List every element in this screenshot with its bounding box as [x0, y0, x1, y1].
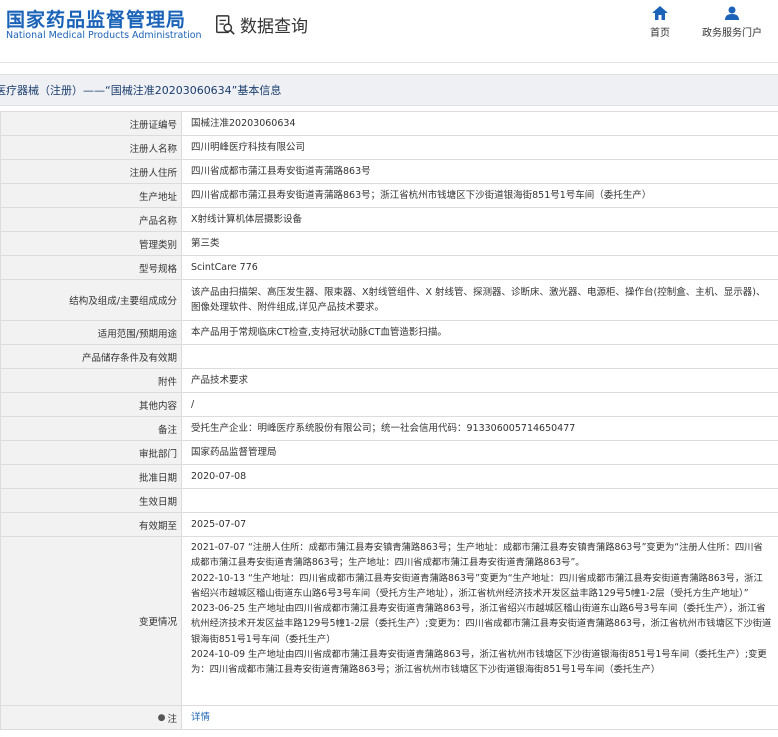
nav-service-label: 政务服务门户: [702, 28, 762, 39]
table-row: 有效期至 2025-07-07: [0, 513, 778, 537]
data-query-icon: [216, 14, 235, 35]
home-icon: [652, 6, 668, 20]
table-row: 其他内容 /: [0, 393, 778, 417]
row-value: 国家药品监督管理局: [191, 447, 277, 458]
table-row: 注册人名称 四川明峰医疗科技有限公司: [0, 136, 778, 160]
row-value: 2020-07-08: [191, 471, 247, 482]
row-label: 审批部门: [1, 441, 182, 464]
table-row: 注册人住所 四川省成都市蒲江县寿安街道青蒲路863号: [0, 160, 778, 184]
nav-service-portal[interactable]: 政务服务门户: [697, 6, 767, 39]
row-label: 注册证编号: [1, 112, 182, 135]
table-row: 生产地址 四川省成都市蒲江县寿安街道青蒲路863号；浙江省杭州市钱塘区下沙街道银…: [0, 184, 778, 208]
row-label: 生产地址: [1, 184, 182, 207]
table-row: 审批部门 国家药品监督管理局: [0, 441, 778, 465]
pin-icon: ●: [157, 712, 166, 723]
user-icon: [725, 6, 739, 20]
row-label: 产品名称: [1, 208, 182, 231]
row-value: 2025-07-07: [191, 519, 247, 530]
details-link[interactable]: 详情: [191, 710, 210, 725]
row-value: [182, 489, 778, 512]
row-value: 本产品用于常规临床CT检查,支持冠状动脉CT血管造影扫描。: [191, 327, 447, 338]
row-label: 备注: [1, 417, 182, 440]
row-value: /: [191, 399, 195, 410]
row-label: ● 注: [1, 706, 182, 729]
row-value: 该产品由扫描架、高压发生器、限束器、X射线管组件、X 射线管、探测器、诊断床、激…: [191, 287, 766, 313]
table-row: 附件 产品技术要求: [0, 369, 778, 393]
row-label: 适用范围/预期用途: [1, 321, 182, 344]
nav-home[interactable]: 首页: [625, 6, 695, 39]
table-row: 变更情况 2021-07-07 “注册人住所：成都市蒲江县寿安镇青蒲路863号；…: [0, 537, 778, 706]
header-divider: [0, 62, 778, 63]
table-row: 型号规格 ScintCare 776: [0, 256, 778, 280]
row-label: 管理类别: [1, 232, 182, 255]
row-label: 产品储存条件及有效期: [1, 345, 182, 368]
row-label: 有效期至: [1, 513, 182, 536]
note-label: 注: [167, 713, 177, 725]
detail-table: 注册证编号 国械注准20203060634 注册人名称 四川明峰医疗科技有限公司…: [0, 111, 778, 730]
row-label: 生效日期: [1, 489, 182, 512]
row-value: 四川省成都市蒲江县寿安街道青蒲路863号；浙江省杭州市钱塘区下沙街道银海街851…: [191, 190, 652, 201]
table-row: 批准日期 2020-07-08: [0, 465, 778, 489]
row-value: 产品技术要求: [191, 375, 249, 386]
record-title-bar: 医疗器械（注册）——“国械注准20203060634”基本信息: [0, 74, 778, 106]
data-query-title: 数据查询: [214, 12, 308, 37]
row-label: 型号规格: [1, 256, 182, 279]
table-row: 产品名称 X射线计算机体层摄影设备: [0, 208, 778, 232]
table-row: 注册证编号 国械注准20203060634: [0, 111, 778, 136]
data-query-label: 数据查询: [240, 17, 308, 37]
row-label: 其他内容: [1, 393, 182, 416]
row-label: 附件: [1, 369, 182, 392]
row-label: 批准日期: [1, 465, 182, 488]
row-value: [182, 345, 778, 368]
table-row: 备注 受托生产企业：明峰医疗系统股份有限公司；统一社会信用代码：91330600…: [0, 417, 778, 441]
site-logo-cn[interactable]: 国家药品监督管理局: [6, 5, 186, 32]
row-value: 详情: [182, 706, 778, 729]
table-row: ● 注 详情: [0, 706, 778, 730]
record-title: 医疗器械（注册）——“国械注准20203060634”基本信息: [0, 84, 282, 97]
table-row: 适用范围/预期用途 本产品用于常规临床CT检查,支持冠状动脉CT血管造影扫描。: [0, 321, 778, 345]
table-row: 管理类别 第三类: [0, 232, 778, 256]
table-row: 产品储存条件及有效期: [0, 345, 778, 369]
change-history: 2021-07-07 “注册人住所：成都市蒲江县寿安镇青蒲路863号；生产地址：…: [191, 542, 772, 676]
row-value: 国械注准20203060634: [191, 118, 296, 129]
row-value: 第三类: [191, 238, 220, 249]
row-value: 四川明峰医疗科技有限公司: [191, 142, 306, 153]
site-header: 国家药品监督管理局 National Medical Products Admi…: [0, 0, 778, 62]
row-label: 注册人住所: [1, 160, 182, 183]
row-value: X射线计算机体层摄影设备: [191, 214, 303, 225]
row-value: 受托生产企业：明峰医疗系统股份有限公司；统一社会信用代码：91330600571…: [191, 423, 576, 434]
table-row: 结构及组成/主要组成成分 该产品由扫描架、高压发生器、限束器、X射线管组件、X …: [0, 280, 778, 321]
row-label: 注册人名称: [1, 136, 182, 159]
row-value: ScintCare 776: [191, 262, 258, 273]
row-label: 结构及组成/主要组成成分: [1, 280, 182, 320]
nav-home-label: 首页: [650, 28, 670, 39]
site-logo-en[interactable]: National Medical Products Administration: [6, 30, 202, 41]
table-row: 生效日期: [0, 489, 778, 513]
row-label: 变更情况: [1, 537, 182, 705]
row-value: 四川省成都市蒲江县寿安街道青蒲路863号: [191, 166, 371, 177]
